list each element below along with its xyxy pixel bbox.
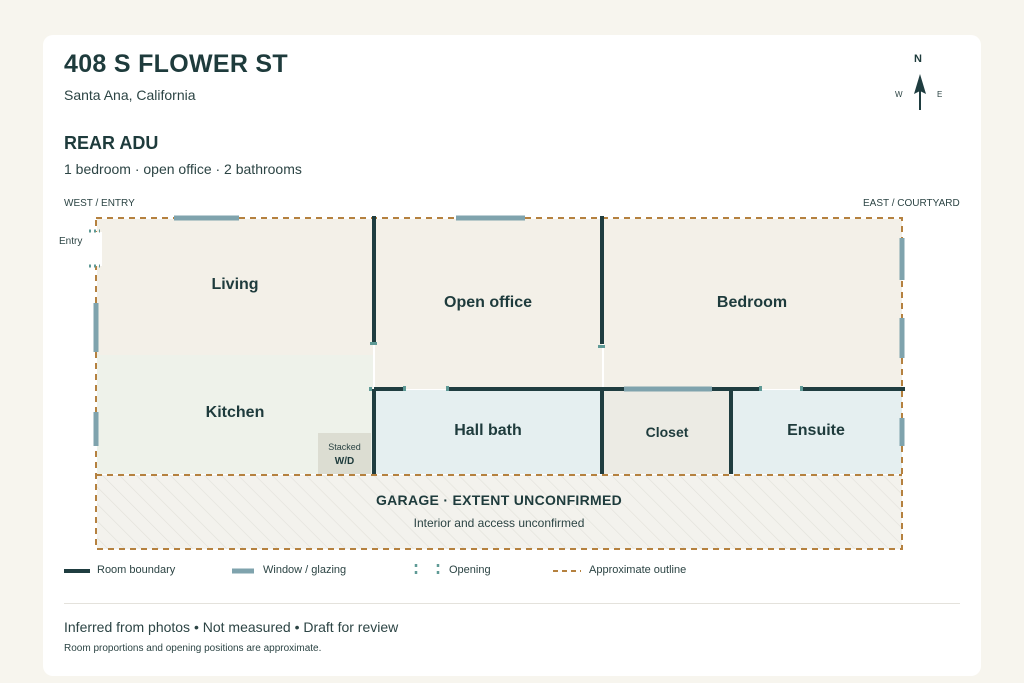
footer-divider <box>64 603 960 604</box>
room-label-kitchen: Kitchen <box>205 404 265 421</box>
footer-note: Inferred from photos • Not measured • Dr… <box>64 619 399 635</box>
washer-dryer-line1: Stacked <box>328 442 361 452</box>
room-label-hall-bath: Hall bath <box>454 422 522 439</box>
entry-label: Entry <box>59 236 83 247</box>
room-label-bedroom: Bedroom <box>716 294 788 311</box>
garage-area <box>97 475 902 549</box>
room-label-closet: Closet <box>645 424 689 440</box>
floor-plan <box>64 215 905 575</box>
room-label-ensuite: Ensuite <box>787 422 845 439</box>
footer-subnote: Room proportions and opening positions a… <box>64 643 322 654</box>
legend-window: Window / glazing <box>263 564 347 576</box>
garage-title: GARAGE · EXTENT UNCONFIRMED <box>375 492 623 508</box>
legend-room-boundary: Room boundary <box>97 564 176 576</box>
washer-dryer-line2: W/D <box>334 456 355 467</box>
garage-subtitle: Interior and access unconfirmed <box>413 516 585 530</box>
room-label-living: Living <box>211 276 259 293</box>
washer-dryer-label: Stacked W/D <box>318 440 371 469</box>
legend-approx-outline: Approximate outline <box>589 564 687 576</box>
entry-gap <box>90 232 102 266</box>
legend-opening: Opening <box>449 564 491 576</box>
room-label-open-office: Open office <box>443 294 533 311</box>
